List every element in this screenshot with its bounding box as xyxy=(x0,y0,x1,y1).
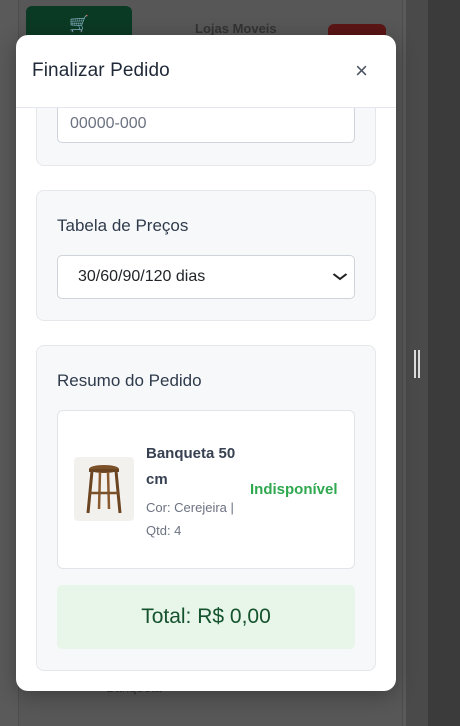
price-table-label: Tabela de Preços xyxy=(57,216,189,235)
modal-title: Finalizar Pedido xyxy=(32,60,170,81)
modal-header: Finalizar Pedido × xyxy=(16,35,396,108)
modal-body: Tabela de Preços 30/60/90/120 dias Resum… xyxy=(16,108,396,691)
chevron-down-icon xyxy=(332,270,348,284)
order-item: Banqueta 50 cm Cor: Cerejeira | Qtd: 4 I… xyxy=(57,410,355,569)
cep-section xyxy=(36,108,376,166)
item-details: Cor: Cerejeira | Qtd: 4 xyxy=(146,500,234,538)
item-status-badge: Indisponível xyxy=(250,481,338,498)
order-total: Total: R$ 0,00 xyxy=(57,585,355,649)
price-table-select[interactable]: 30/60/90/120 dias xyxy=(57,255,355,299)
background-store-name: Lojas Moveis xyxy=(195,21,277,36)
stool-image xyxy=(74,457,134,521)
resize-handle[interactable] xyxy=(414,350,420,378)
background-right-panel xyxy=(428,0,460,726)
order-summary-label: Resumo do Pedido xyxy=(57,371,202,390)
price-table-selected-value: 30/60/90/120 dias xyxy=(78,268,206,285)
item-name: Banqueta 50 cm xyxy=(146,445,236,488)
close-icon[interactable]: × xyxy=(355,60,368,82)
checkout-modal: Finalizar Pedido × Tabela de Preços 30/6… xyxy=(16,35,396,691)
order-total-text: Total: R$ 0,00 xyxy=(141,605,271,628)
price-table-section: Tabela de Preços 30/60/90/120 dias xyxy=(36,190,376,321)
cart-icon: 🛒 xyxy=(69,16,89,33)
cep-input[interactable] xyxy=(57,108,355,143)
order-summary-section: Resumo do Pedido Banqueta 50 cm Cor: Cer… xyxy=(36,345,376,671)
